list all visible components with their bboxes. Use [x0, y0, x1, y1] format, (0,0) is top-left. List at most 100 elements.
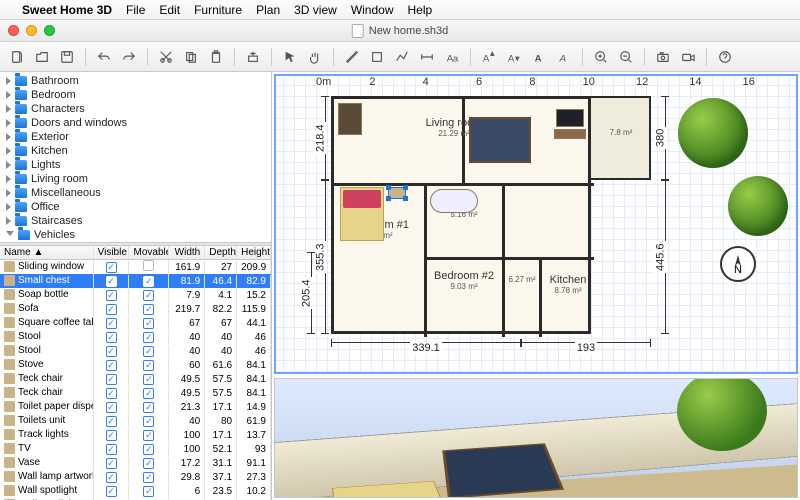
dimension-line[interactable]: 339.1 [331, 342, 521, 352]
movable-checkbox[interactable]: ✓ [143, 318, 154, 329]
floorplan[interactable]: Living room21.29 m² Bedroom #19.71 m² Be… [331, 96, 591, 334]
col-height[interactable]: Height [237, 246, 271, 259]
col-visible[interactable]: Visible [94, 246, 130, 259]
col-movable[interactable]: Movable [129, 246, 169, 259]
movable-checkbox[interactable]: ✓ [143, 486, 154, 497]
menu-edit[interactable]: Edit [159, 3, 180, 17]
col-depth[interactable]: Depth [205, 246, 237, 259]
furniture-row[interactable]: Wall lamp artwork✓✓29.837.127.3 [0, 470, 271, 484]
movable-checkbox[interactable]: ✓ [143, 444, 154, 455]
tree-icon[interactable] [728, 176, 788, 236]
visible-checkbox[interactable]: ✓ [106, 374, 117, 385]
create-photo-button[interactable] [652, 46, 674, 68]
create-walls-button[interactable] [341, 46, 363, 68]
compass-icon[interactable]: N [720, 246, 756, 282]
new-button[interactable] [6, 46, 28, 68]
catalog-folder[interactable]: Bedroom [0, 88, 271, 102]
furniture-row[interactable]: Soap bottle✓✓7.94.115.2 [0, 288, 271, 302]
bold-button[interactable]: A [528, 46, 550, 68]
visible-checkbox[interactable]: ✓ [106, 402, 117, 413]
visible-checkbox[interactable]: ✓ [106, 276, 117, 287]
visible-checkbox[interactable]: ✓ [106, 304, 117, 315]
visible-checkbox[interactable]: ✓ [106, 332, 117, 343]
dimension-line[interactable]: 380 [656, 96, 666, 180]
furniture-sofa[interactable] [554, 129, 586, 139]
menu-file[interactable]: File [126, 3, 145, 17]
furniture-row[interactable]: Small chest✓✓81.946.482.9 [0, 274, 271, 288]
plan-3d-view[interactable] [274, 378, 798, 498]
save-button[interactable] [56, 46, 78, 68]
furniture-row[interactable]: Square coffee table✓✓676744.1 [0, 316, 271, 330]
furniture-wardrobe[interactable] [338, 103, 362, 135]
app-menu[interactable]: Sweet Home 3D [22, 3, 112, 17]
window-zoom-button[interactable] [44, 25, 55, 36]
furniture-row[interactable]: Toilets unit✓✓408061.9 [0, 414, 271, 428]
italic-button[interactable]: A [553, 46, 575, 68]
furniture-rug[interactable] [469, 117, 531, 163]
furniture-tv[interactable] [556, 109, 584, 127]
zoom-in-button[interactable] [590, 46, 612, 68]
visible-checkbox[interactable]: ✓ [106, 290, 117, 301]
dimension-line[interactable]: 193 [521, 342, 651, 352]
text-size-down-button[interactable]: A▾ [503, 46, 525, 68]
catalog-folder[interactable]: Office [0, 200, 271, 214]
catalog-folder-open[interactable]: Vehicles [0, 228, 271, 242]
visible-checkbox[interactable]: ✓ [106, 318, 117, 329]
create-dimensions-button[interactable] [416, 46, 438, 68]
furniture-list[interactable]: Name ▲ Visible Movable Width Depth Heigh… [0, 246, 271, 500]
catalog-folder[interactable]: Miscellaneous [0, 186, 271, 200]
furniture-catalog-tree[interactable]: Bathroom Bedroom Characters Doors and wi… [0, 72, 271, 242]
furniture-row[interactable]: Stool✓✓404046 [0, 330, 271, 344]
menu-help[interactable]: Help [408, 3, 433, 17]
paste-button[interactable] [205, 46, 227, 68]
movable-checkbox[interactable]: ✓ [143, 346, 154, 357]
catalog-folder[interactable]: Doors and windows [0, 116, 271, 130]
catalog-folder[interactable]: Kitchen [0, 144, 271, 158]
dimension-line[interactable]: 218.4 [316, 96, 326, 180]
undo-button[interactable] [93, 46, 115, 68]
movable-checkbox[interactable]: ✓ [143, 276, 154, 287]
zoom-out-button[interactable] [615, 46, 637, 68]
movable-checkbox[interactable]: ✓ [143, 304, 154, 315]
movable-checkbox[interactable]: ✓ [143, 402, 154, 413]
tree-icon[interactable] [678, 98, 748, 168]
dimension-line[interactable]: 445.6 [656, 180, 666, 334]
plan-2d-view[interactable]: 0m246810121416 Living room21.29 m² Bedro… [274, 74, 798, 374]
visible-checkbox[interactable]: ✓ [106, 458, 117, 469]
menu-plan[interactable]: Plan [256, 3, 280, 17]
visible-checkbox[interactable]: ✓ [106, 472, 117, 483]
movable-checkbox[interactable]: ✓ [143, 430, 154, 441]
dimension-line[interactable]: 355.3 [316, 180, 326, 334]
add-furniture-button[interactable] [242, 46, 264, 68]
catalog-folder[interactable]: Staircases [0, 214, 271, 228]
furniture-row[interactable]: Toilet paper dispe…✓✓21.317.114.9 [0, 400, 271, 414]
catalog-folder[interactable]: Bathroom [0, 74, 271, 88]
create-polylines-button[interactable] [391, 46, 413, 68]
visible-checkbox[interactable]: ✓ [106, 416, 117, 427]
room-porch[interactable]: 7.8 m² [591, 96, 651, 180]
furniture-bathtub[interactable] [430, 189, 478, 213]
furniture-row[interactable]: Wall spotlight✓✓623.510.2 [0, 484, 271, 498]
select-tool-button[interactable] [279, 46, 301, 68]
open-button[interactable] [31, 46, 53, 68]
movable-checkbox[interactable]: ✓ [143, 472, 154, 483]
furniture-list-header[interactable]: Name ▲ Visible Movable Width Depth Heigh… [0, 246, 271, 260]
visible-checkbox[interactable]: ✓ [106, 360, 117, 371]
movable-checkbox[interactable]: ✓ [143, 388, 154, 399]
col-name[interactable]: Name ▲ [0, 246, 94, 259]
visible-checkbox[interactable]: ✓ [106, 444, 117, 455]
catalog-folder[interactable]: Exterior [0, 130, 271, 144]
furniture-row[interactable]: Vase✓✓17.231.191.1 [0, 456, 271, 470]
room-wc[interactable]: 6.27 m² [506, 264, 538, 294]
menu-3d-view[interactable]: 3D view [294, 3, 337, 17]
dimension-line[interactable]: 205.4 [302, 252, 312, 334]
movable-checkbox[interactable] [143, 260, 154, 271]
pan-tool-button[interactable] [304, 46, 326, 68]
furniture-row[interactable]: Stool✓✓404046 [0, 344, 271, 358]
movable-checkbox[interactable]: ✓ [143, 332, 154, 343]
cut-button[interactable] [155, 46, 177, 68]
visible-checkbox[interactable]: ✓ [106, 346, 117, 357]
window-close-button[interactable] [8, 25, 19, 36]
room-kitchen[interactable]: Kitchen8.78 m² [544, 264, 592, 304]
furniture-row[interactable]: Track lights✓✓10017.113.7 [0, 428, 271, 442]
